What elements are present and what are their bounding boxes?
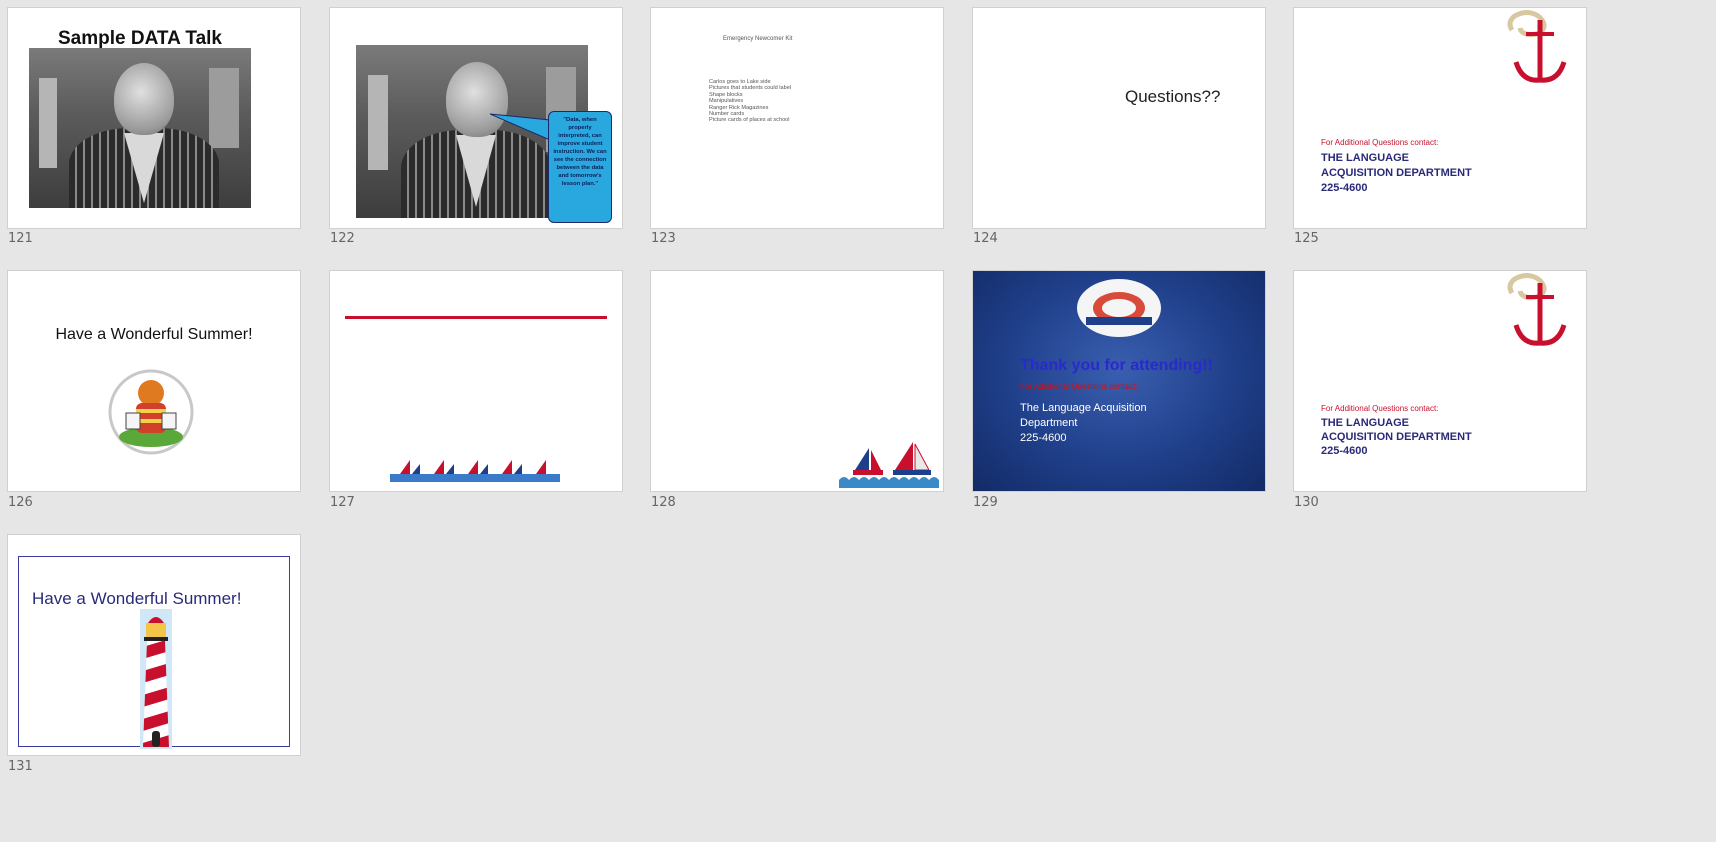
child-reading-illustration — [108, 369, 194, 455]
anchor-icon — [1507, 10, 1567, 83]
slide-number: 130 — [1294, 495, 1319, 510]
questions-text: Questions?? — [1125, 87, 1221, 106]
department-line-2: ACQUISITION DEPARTMENT — [1321, 167, 1472, 179]
slide-heading: Emergency Newcomer Kit — [723, 36, 793, 42]
anchor-icon — [1507, 273, 1567, 346]
department-line-1: THE LANGUAGE — [1321, 417, 1409, 429]
sailboats-icon — [839, 442, 939, 488]
slide-thumbnail-130[interactable]: For Additional Questions contact: THE LA… — [1294, 271, 1586, 491]
speech-bubble: "Data, when properly interpreted, can im… — [548, 111, 612, 223]
slide-thumbnail-125[interactable]: For Additional Questions contact: THE LA… — [1294, 8, 1586, 228]
department-line-2: ACQUISITION DEPARTMENT — [1321, 431, 1472, 443]
slide-thumbnail-127[interactable] — [330, 271, 622, 491]
contact-label: For Additional Questions contact: — [1321, 138, 1439, 147]
lighthouse-icon — [140, 609, 172, 749]
black-and-white-photo — [29, 48, 251, 208]
contact-label: For Additional Questions contact: — [1321, 404, 1439, 413]
kit-item-list: Carlos goes to Lake side Pictures that s… — [709, 79, 791, 124]
red-divider-line — [345, 316, 607, 319]
slide-number: 129 — [973, 495, 998, 510]
slide-thumbnail-124[interactable]: Questions?? — [973, 8, 1265, 228]
slide-title: Thank you for attending!! — [1020, 357, 1213, 374]
slide-number: 124 — [973, 231, 998, 246]
bubble-quote: "Data, when properly interpreted, can im… — [553, 117, 607, 187]
slide-thumbnail-126[interactable]: Have a Wonderful Summer! — [8, 271, 300, 491]
slide-title: Have a Wonderful Summer! — [55, 326, 253, 343]
slide-number: 128 — [651, 495, 676, 510]
contact-label: For Additional Questions contact: — [1020, 382, 1138, 391]
slide-number: 125 — [1294, 231, 1319, 246]
slide-number: 121 — [8, 231, 33, 246]
slide-number: 123 — [651, 231, 676, 246]
slide-number: 131 — [8, 759, 33, 774]
phone-number: 225-4600 — [1321, 445, 1368, 457]
kit-item: Picture cards of places at school — [709, 117, 790, 124]
slide-thumbnail-128[interactable] — [651, 271, 943, 491]
department-line-1: THE LANGUAGE — [1321, 152, 1409, 164]
slide-thumbnail-123[interactable]: Emergency Newcomer Kit Carlos goes to La… — [651, 8, 943, 228]
phone-number: 225-4600 — [1321, 182, 1368, 194]
kit-item: Pictures that students could label — [709, 85, 792, 92]
speech-bubble-tail — [490, 113, 551, 141]
sailboat-border-icon — [390, 460, 560, 482]
department-line-1: The Language Acquisition — [1020, 402, 1147, 414]
slide-title: Have a Wonderful Summer! — [32, 589, 242, 608]
life-ring-icon — [1077, 279, 1161, 337]
slide-thumbnail-121[interactable]: Sample DATA Talk — [8, 8, 300, 228]
department-line-2: Department — [1020, 417, 1078, 429]
phone-number: 225-4600 — [1020, 432, 1067, 444]
slide-number: 126 — [8, 495, 33, 510]
slide-thumbnail-129[interactable]: Thank you for attending!! For Additional… — [973, 271, 1265, 491]
slide-title: Sample DATA Talk — [58, 28, 222, 49]
slide-thumbnail-122[interactable]: "Data, when properly interpreted, can im… — [330, 8, 622, 228]
slide-number: 122 — [330, 231, 355, 246]
slide-number: 127 — [330, 495, 355, 510]
slide-thumbnail-131[interactable]: Have a Wonderful Summer! — [8, 535, 300, 755]
